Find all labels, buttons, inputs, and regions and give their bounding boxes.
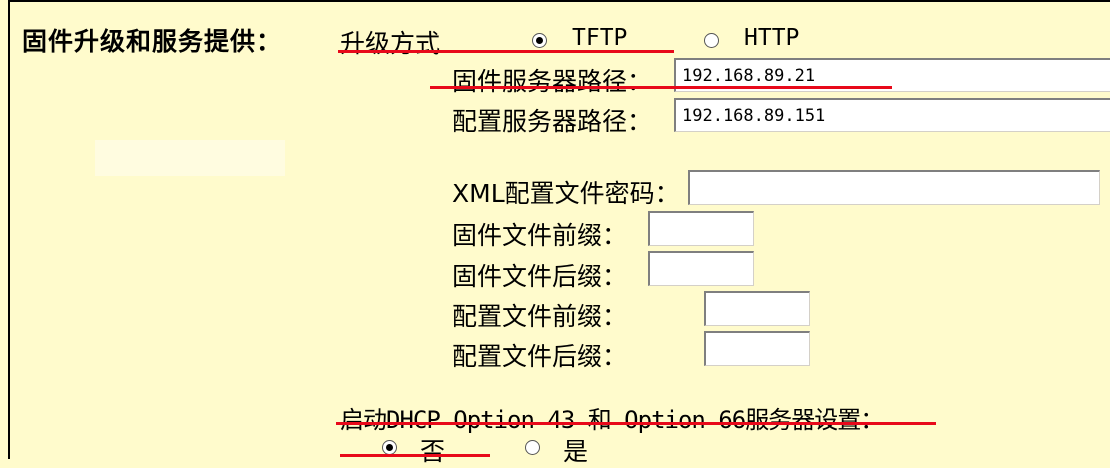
firmware-prefix-input[interactable]	[648, 211, 754, 246]
firmware-suffix-label: 固件文件后缀：	[452, 262, 628, 291]
dhcp-no-label: 否	[420, 437, 446, 466]
annotation-underline	[336, 422, 936, 425]
dhcp-no-radio[interactable]	[382, 440, 397, 455]
xml-password-label: XML配置文件密码：	[452, 179, 680, 208]
http-radio[interactable]	[704, 33, 719, 48]
tftp-label: TFTP	[572, 25, 628, 51]
blank-area	[95, 140, 285, 176]
firmware-prefix-label: 固件文件前缀：	[452, 221, 628, 250]
config-suffix-input[interactable]	[704, 331, 810, 366]
xml-password-input[interactable]	[688, 170, 1100, 205]
config-server-path-input[interactable]: 192.168.89.151	[674, 98, 1110, 132]
config-prefix-label: 配置文件前缀：	[452, 302, 628, 331]
firmware-suffix-input[interactable]	[648, 251, 754, 286]
http-label: HTTP	[744, 25, 800, 51]
dhcp-yes-label: 是	[563, 437, 589, 466]
tftp-radio[interactable]	[532, 33, 547, 48]
config-prefix-input[interactable]	[704, 291, 810, 326]
upgrade-method-label: 升级方式	[340, 29, 441, 58]
config-suffix-label: 配置文件后缀：	[452, 342, 628, 371]
config-server-path-label: 配置服务器路径：	[452, 107, 653, 136]
annotation-underline	[338, 50, 674, 53]
firmware-server-path-label: 固件服务器路径：	[452, 67, 653, 96]
annotation-underline	[430, 86, 892, 89]
section-title: 固件升级和服务提供：	[22, 27, 283, 56]
dhcp-option-label: 启动DHCP Option 43 和 Option 66服务器设置：	[340, 406, 884, 434]
dhcp-yes-radio[interactable]	[525, 440, 540, 455]
annotation-underline	[340, 454, 490, 457]
